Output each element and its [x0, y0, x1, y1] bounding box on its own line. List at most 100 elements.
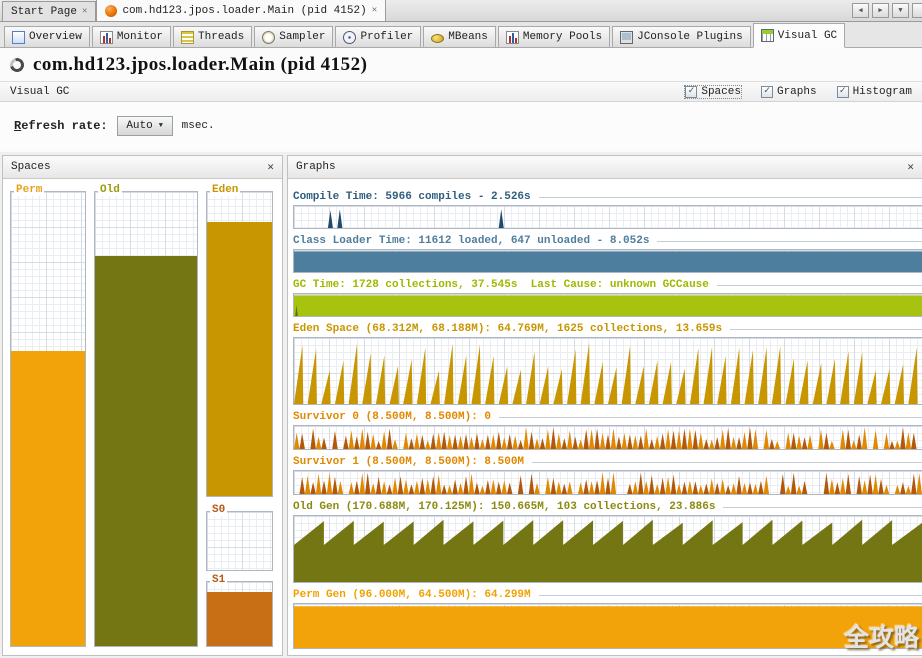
tab-label: Profiler: [360, 31, 413, 43]
checkbox-label: Spaces: [701, 86, 741, 98]
checkbox-graphs[interactable]: ✓ Graphs: [761, 86, 817, 98]
eden-space-label: Eden Space (68.312M, 68.188M): 64.769M, …: [293, 323, 730, 335]
checkbox-check-icon[interactable]: ✓: [837, 86, 849, 98]
view-tabbar: Overview Monitor Threads Sampler Profile…: [0, 22, 922, 48]
survivor1-graph: Survivor 1 (8.500M, 8.500M): 8.500M: [293, 456, 922, 495]
tab-label: JConsole Plugins: [637, 31, 743, 43]
perm-fill: [11, 351, 85, 646]
checkbox-check-icon[interactable]: ✓: [685, 86, 697, 98]
tab-monitor[interactable]: Monitor: [92, 26, 171, 47]
java-icon: [105, 5, 117, 17]
tab-threads[interactable]: Threads: [173, 26, 252, 47]
maximize-button[interactable]: [912, 3, 922, 18]
tab-list-button[interactable]: ▼: [892, 3, 909, 18]
panel-title: Graphs: [296, 161, 336, 173]
view-checkboxes: ✓ Spaces ✓ Graphs ✓ Histogram: [685, 86, 912, 98]
tab-label: Memory Pools: [523, 31, 602, 43]
compile-time-chart: [293, 205, 922, 229]
checkbox-spaces[interactable]: ✓ Spaces: [685, 86, 741, 98]
tab-label: Monitor: [117, 31, 163, 43]
s0-label: S0: [210, 504, 227, 516]
sampler-gauge-icon: [262, 31, 275, 44]
checkbox-check-icon[interactable]: ✓: [761, 86, 773, 98]
application-ring-icon: [7, 55, 26, 74]
overview-icon: [12, 31, 25, 44]
survivor1-space-bar: S1: [206, 581, 273, 647]
old-gen-graph: Old Gen (170.688M, 170.125M): 150.665M, …: [293, 501, 922, 583]
perm-gen-label: Perm Gen (96.000M, 64.500M): 64.299M: [293, 589, 539, 601]
eden-space-chart: [293, 337, 922, 405]
eden-fill: [207, 222, 272, 496]
checkbox-histogram[interactable]: ✓ Histogram: [837, 86, 912, 98]
tab-profiler[interactable]: Profiler: [335, 26, 421, 47]
tab-sampler[interactable]: Sampler: [254, 26, 333, 47]
eden-space-bar: Eden: [206, 191, 273, 497]
tab-jconsole-plugins[interactable]: JConsole Plugins: [612, 26, 751, 47]
refresh-rate-label: Refresh rate:: [14, 119, 108, 133]
visual-gc-table-icon: [761, 29, 774, 42]
close-icon[interactable]: ✕: [372, 6, 377, 15]
perm-space-bar: Perm: [10, 191, 86, 647]
watermark: 全攻略: [844, 618, 919, 654]
compile-time-graph: Compile Time: 5966 compiles - 2.526s: [293, 191, 922, 229]
main-area: Spaces ✕ Perm Old: [0, 152, 922, 658]
graphs-content: Compile Time: 5966 compiles - 2.526s Cla…: [288, 179, 922, 655]
survivor0-graph: Survivor 0 (8.500M, 8.500M): 0: [293, 411, 922, 450]
spaces-content: Perm Old Eden S0: [3, 179, 282, 655]
eden-space-graph: Eden Space (68.312M, 68.188M): 64.769M, …: [293, 323, 922, 405]
old-space-bar: Old: [94, 191, 198, 647]
panel-title: Spaces: [11, 161, 51, 173]
graphs-panel-header: Graphs ✕: [288, 156, 922, 179]
page-title: com.hd123.jpos.loader.Main (pid 4152): [33, 54, 368, 76]
spaces-panel: Spaces ✕ Perm Old: [2, 155, 283, 656]
refresh-rate-row: Refresh rate: Auto ▼ msec.: [0, 102, 922, 149]
visual-gc-toolbar: Visual GC ✓ Spaces ✓ Graphs ✓ Histogram: [0, 81, 922, 102]
tab-scroll-controls: ◀ ▶ ▼: [852, 3, 922, 21]
class-loader-chart: [293, 249, 922, 273]
document-tabbar: Start Page ✕ com.hd123.jpos.loader.Main …: [0, 0, 922, 22]
survivor1-label: Survivor 1 (8.500M, 8.500M): 8.500M: [293, 456, 532, 468]
refresh-label-rest: efresh rate:: [21, 119, 107, 133]
old-label: Old: [98, 184, 122, 196]
compile-time-label: Compile Time: 5966 compiles - 2.526s: [293, 191, 539, 203]
gc-time-chart: [293, 293, 922, 317]
checkbox-label: Graphs: [777, 86, 817, 98]
mbeans-bean-icon: [431, 34, 444, 43]
tab-application[interactable]: com.hd123.jpos.loader.Main (pid 4152) ✕: [96, 0, 386, 21]
s1-label: S1: [210, 574, 227, 586]
refresh-rate-dropdown[interactable]: Auto ▼: [117, 116, 173, 136]
tab-label: Overview: [29, 31, 82, 43]
close-icon[interactable]: ✕: [82, 7, 87, 16]
scroll-right-button[interactable]: ▶: [872, 3, 889, 18]
class-loader-graph: Class Loader Time: 11612 loaded, 647 unl…: [293, 235, 922, 273]
jconsole-monitor-icon: [620, 31, 633, 44]
perm-gen-graph: Perm Gen (96.000M, 64.500M): 64.299M: [293, 589, 922, 649]
tab-memory-pools[interactable]: Memory Pools: [498, 26, 610, 47]
application-header: com.hd123.jpos.loader.Main (pid 4152): [0, 48, 922, 81]
tab-label: Threads: [198, 31, 244, 43]
tab-label: MBeans: [448, 31, 488, 43]
memory-pools-chart-icon: [506, 31, 519, 44]
survivor0-chart: [293, 425, 922, 450]
old-gen-label: Old Gen (170.688M, 170.125M): 150.665M, …: [293, 501, 723, 513]
spaces-panel-header: Spaces ✕: [3, 156, 282, 179]
eden-label: Eden: [210, 184, 240, 196]
close-icon[interactable]: ✕: [907, 160, 914, 174]
perm-label: Perm: [14, 184, 44, 196]
visualvm-window: Start Page ✕ com.hd123.jpos.loader.Main …: [0, 0, 922, 658]
monitor-chart-icon: [100, 31, 113, 44]
tab-start-page[interactable]: Start Page ✕: [2, 1, 96, 21]
close-icon[interactable]: ✕: [267, 160, 274, 174]
profiler-clock-icon: [343, 31, 356, 44]
perm-gen-chart: [293, 603, 922, 649]
tab-visual-gc[interactable]: Visual GC: [753, 23, 845, 48]
tab-label: Start Page: [11, 6, 77, 18]
graphs-panel: Graphs ✕ Compile Time: 5966 compiles - 2…: [287, 155, 922, 656]
chevron-down-icon: ▼: [159, 122, 163, 130]
survivor0-space-bar: S0: [206, 511, 273, 571]
scroll-left-button[interactable]: ◀: [852, 3, 869, 18]
tab-overview[interactable]: Overview: [4, 26, 90, 47]
old-gen-chart: [293, 515, 922, 583]
tab-label: Sampler: [279, 31, 325, 43]
tab-mbeans[interactable]: MBeans: [423, 26, 496, 47]
